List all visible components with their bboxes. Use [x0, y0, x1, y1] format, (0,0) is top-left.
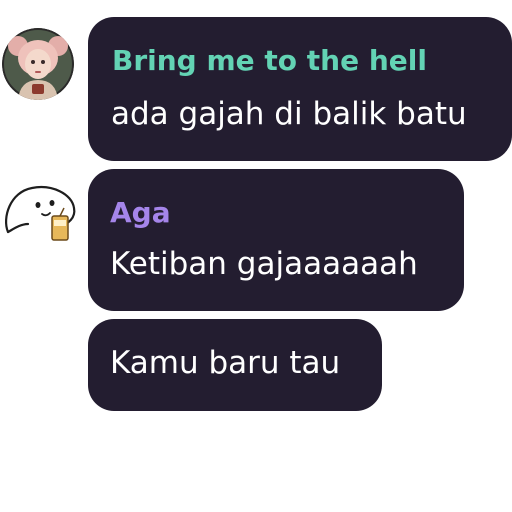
sender-name[interactable]: Bring me to the hell: [112, 47, 427, 75]
chat-screenshot: Bring me to the hell ada gajah di balik …: [0, 0, 512, 512]
blob-sticker-icon: [4, 186, 76, 241]
message-bubble-1[interactable]: Bring me to the hell ada gajah di balik …: [88, 17, 512, 161]
message-text: Kamu baru tau: [110, 345, 341, 381]
message-bubble-2[interactable]: Aga Ketiban gajaaaaaah: [88, 169, 464, 311]
message-text: Ketiban gajaaaaaah: [110, 246, 418, 282]
girl-portrait-icon: [2, 28, 74, 100]
message-bubble-3[interactable]: Kamu baru tau: [88, 319, 382, 411]
avatar-aga[interactable]: [2, 180, 78, 246]
message-text: ada gajah di balik batu: [111, 96, 467, 132]
avatar-bring-me-to-the-hell[interactable]: [2, 28, 74, 100]
sender-name[interactable]: Aga: [110, 199, 171, 227]
